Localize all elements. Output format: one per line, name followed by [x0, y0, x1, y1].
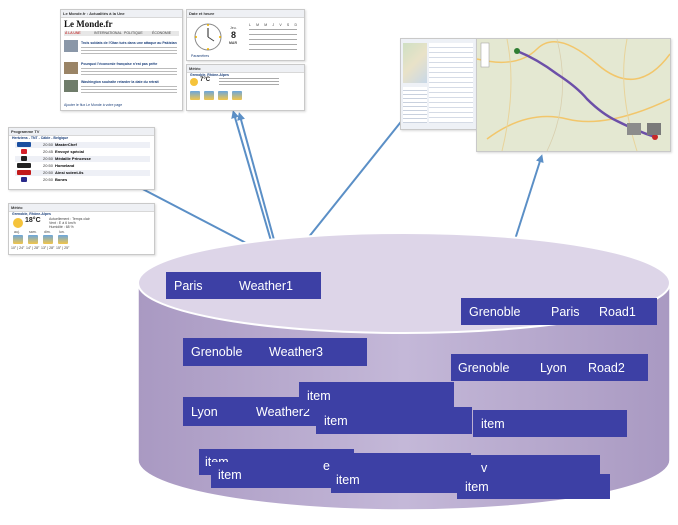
record-field: Paris — [174, 278, 203, 293]
record-field: item — [336, 473, 360, 487]
record-field: Grenoble — [458, 360, 510, 375]
record-field: Weather3 — [269, 345, 323, 359]
database-cylinder — [137, 232, 671, 511]
record-field: Road1 — [599, 304, 636, 319]
record-field: Grenoble — [191, 345, 243, 359]
record-field: item — [481, 416, 505, 431]
record-field: Paris — [551, 304, 580, 319]
record-field: v — [481, 461, 488, 475]
db-record[interactable]: Paris Weather1 — [166, 272, 321, 299]
record-field: e — [323, 459, 330, 473]
db-record[interactable]: item — [473, 410, 627, 437]
record-field: Weather1 — [239, 278, 293, 293]
db-record[interactable]: item — [316, 407, 472, 434]
record-field: item — [307, 388, 331, 403]
db-record[interactable]: item — [299, 382, 454, 409]
db-record[interactable]: Grenoble Weather3 — [183, 338, 367, 366]
db-record[interactable]: Grenoble Paris Road1 — [461, 298, 657, 325]
db-record[interactable]: item — [457, 474, 610, 499]
record-field: Road2 — [588, 360, 625, 375]
record-field: item — [465, 479, 489, 494]
db-record[interactable]: Grenoble Lyon Road2 — [451, 354, 648, 381]
record-field: Grenoble — [469, 304, 521, 319]
record-field: Lyon — [191, 404, 218, 419]
record-field: item — [218, 468, 242, 482]
record-field: Lyon — [540, 360, 567, 375]
record-field: item — [324, 413, 348, 428]
